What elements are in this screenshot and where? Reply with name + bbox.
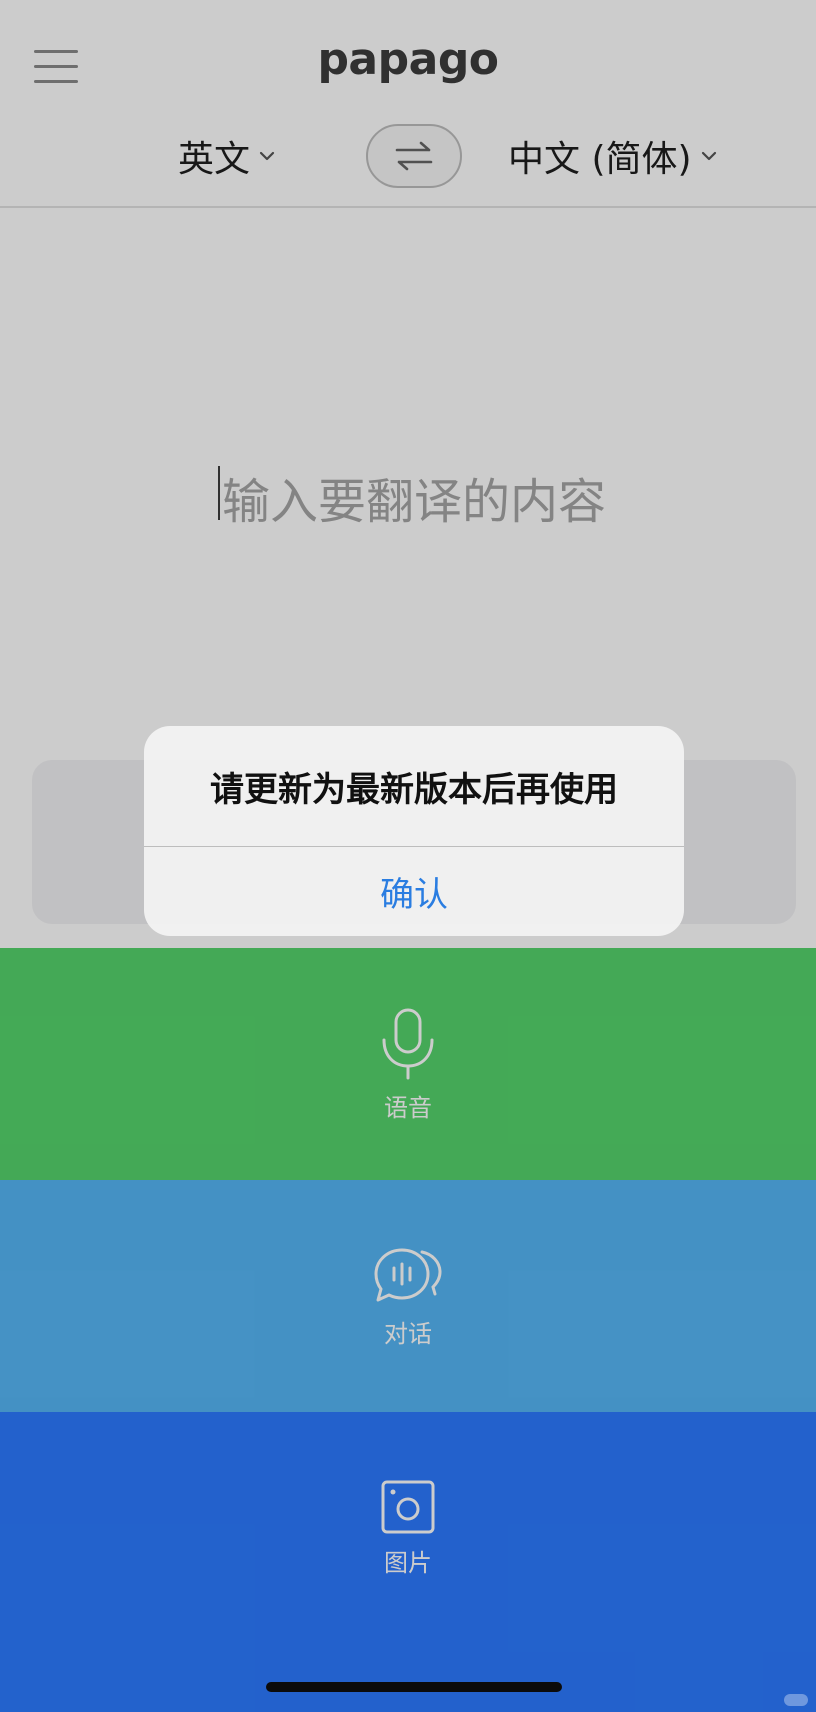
confirm-button[interactable]: 确认 [144, 847, 684, 936]
app-screen: papago 英文 中文 (简体) 输入要翻译的内容 语音 对话 图片 请更新为… [0, 0, 816, 1712]
alert-message: 请更新为最新版本后再使用 [210, 769, 618, 810]
home-indicator[interactable] [266, 1682, 562, 1692]
watermark-badge [784, 1694, 808, 1706]
update-alert-dialog: 请更新为最新版本后再使用 确认 [144, 726, 684, 936]
